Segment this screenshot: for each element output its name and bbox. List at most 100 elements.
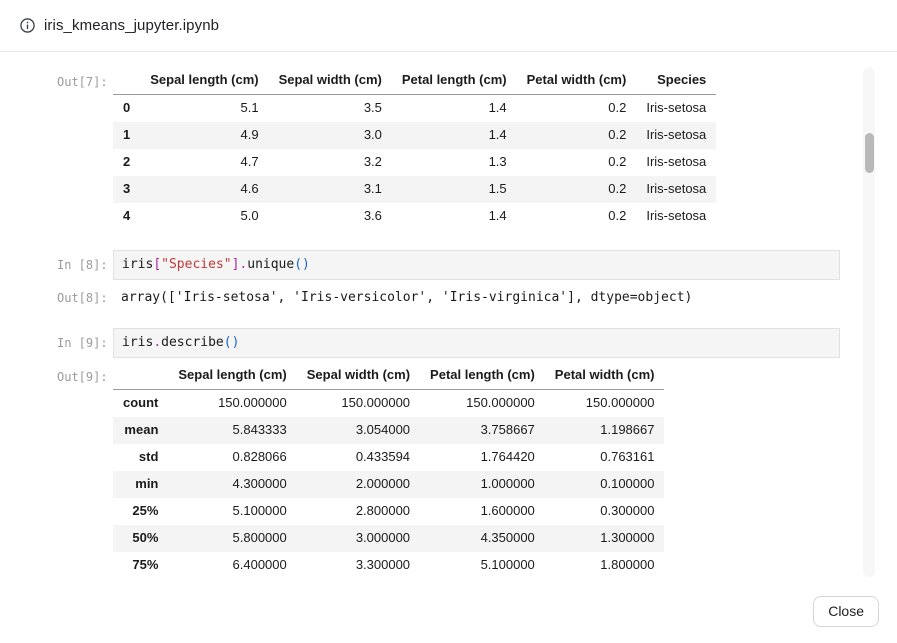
table-cell: Iris-setosa: [636, 176, 716, 203]
table-cell: 3.054000: [297, 417, 420, 444]
table-cell: 1.600000: [420, 498, 545, 525]
table-cell: 3.000000: [297, 525, 420, 552]
column-header: [113, 362, 168, 390]
table-cell: 1.000000: [420, 471, 545, 498]
column-header: Petal length (cm): [420, 362, 545, 390]
table-cell: 0.2: [517, 176, 637, 203]
table-cell: 5.0: [140, 203, 268, 230]
table-cell: 3.1: [269, 176, 392, 203]
code-token: (: [224, 335, 232, 350]
table-cell: 0.2: [517, 149, 637, 176]
column-header: Sepal length (cm): [168, 362, 296, 390]
table-cell: 1.4: [392, 203, 517, 230]
column-header: Sepal width (cm): [297, 362, 420, 390]
code-token: iris: [122, 257, 153, 272]
table-row: 25%5.1000002.8000001.6000000.300000: [113, 498, 664, 525]
table-cell: 3.758667: [420, 417, 545, 444]
table-row: count150.000000150.000000150.000000150.0…: [113, 390, 664, 418]
table-cell: 150.000000: [420, 390, 545, 418]
row-index: 75%: [113, 552, 168, 578]
column-header: Sepal width (cm): [269, 67, 392, 95]
describe-table: Sepal length (cm)Sepal width (cm)Petal l…: [113, 362, 664, 578]
row-index: 25%: [113, 498, 168, 525]
row-index: 50%: [113, 525, 168, 552]
table-cell: 4.300000: [168, 471, 296, 498]
out8-prompt-label: Out[8]:: [57, 288, 113, 305]
table-cell: 0.2: [517, 203, 637, 230]
table-row: 14.93.01.40.2Iris-setosa: [113, 122, 716, 149]
row-index: 0: [113, 95, 140, 123]
table-row: std0.8280660.4335941.7644200.763161: [113, 444, 664, 471]
table-header-row: Sepal length (cm)Sepal width (cm)Petal l…: [113, 67, 716, 95]
row-index: count: [113, 390, 168, 418]
column-header: [113, 67, 140, 95]
table-cell: 3.2: [269, 149, 392, 176]
out7-prompt-label: Out[7]:: [57, 67, 113, 89]
table-cell: 4.6: [140, 176, 268, 203]
table-cell: 0.2: [517, 95, 637, 123]
file-title: iris_kmeans_jupyter.ipynb: [44, 17, 219, 34]
table-row: min4.3000002.0000001.0000000.100000: [113, 471, 664, 498]
table-cell: 3.0: [269, 122, 392, 149]
code-token: [: [153, 257, 161, 272]
dialog-header: iris_kmeans_jupyter.ipynb: [0, 0, 897, 52]
unique-output-text: array(['Iris-setosa', 'Iris-versicolor',…: [113, 288, 692, 308]
table-row: mean5.8433333.0540003.7586671.198667: [113, 417, 664, 444]
code-token: describe: [161, 335, 224, 350]
table-cell: 1.4: [392, 122, 517, 149]
table-cell: 5.800000: [168, 525, 296, 552]
table-row: 45.03.61.40.2Iris-setosa: [113, 203, 716, 230]
table-row: 75%6.4000003.3000005.1000001.800000: [113, 552, 664, 578]
table-cell: 1.198667: [545, 417, 665, 444]
row-index: 2: [113, 149, 140, 176]
table-row: 24.73.21.30.2Iris-setosa: [113, 149, 716, 176]
cell-in8: In [8]: iris["Species"].unique(): [57, 250, 897, 280]
cell-in9: In [9]: iris.describe(): [57, 328, 897, 358]
row-index: 3: [113, 176, 140, 203]
table-cell: 4.7: [140, 149, 268, 176]
scrollbar-thumb[interactable]: [865, 133, 874, 173]
table-cell: 3.6: [269, 203, 392, 230]
row-index: std: [113, 444, 168, 471]
table-cell: 150.000000: [168, 390, 296, 418]
out9-prompt-label: Out[9]:: [57, 362, 113, 384]
table-cell: 1.4: [392, 95, 517, 123]
code-token: unique: [247, 257, 294, 272]
table-cell: 1.300000: [545, 525, 665, 552]
table-row: 34.63.11.50.2Iris-setosa: [113, 176, 716, 203]
table-header-row: Sepal length (cm)Sepal width (cm)Petal l…: [113, 362, 664, 390]
table-cell: Iris-setosa: [636, 122, 716, 149]
column-header: Petal length (cm): [392, 67, 517, 95]
dialog-footer: Close: [0, 581, 897, 643]
info-icon: [20, 18, 35, 33]
table-cell: 1.3: [392, 149, 517, 176]
code-token: ): [302, 257, 310, 272]
table-cell: 2.000000: [297, 471, 420, 498]
table-cell: 6.400000: [168, 552, 296, 578]
table-cell: 0.763161: [545, 444, 665, 471]
table-cell: 0.300000: [545, 498, 665, 525]
code-token: (: [294, 257, 302, 272]
column-header: Petal width (cm): [517, 67, 637, 95]
column-header: Sepal length (cm): [140, 67, 268, 95]
iris-head-table: Sepal length (cm)Sepal width (cm)Petal l…: [113, 67, 716, 230]
cell-out9: Out[9]: Sepal length (cm)Sepal width (cm…: [57, 362, 897, 578]
row-index: mean: [113, 417, 168, 444]
preview-scroll-area[interactable]: Out[7]: Sepal length (cm)Sepal width (cm…: [0, 53, 897, 578]
code-token: ): [232, 335, 240, 350]
column-header: Species: [636, 67, 716, 95]
table-cell: Iris-setosa: [636, 95, 716, 123]
table-cell: Iris-setosa: [636, 149, 716, 176]
table-cell: 5.1: [140, 95, 268, 123]
table-cell: 4.350000: [420, 525, 545, 552]
code-token: "Species": [161, 257, 231, 272]
close-button[interactable]: Close: [813, 596, 879, 627]
table-cell: 150.000000: [297, 390, 420, 418]
in8-prompt-label: In [8]:: [57, 250, 113, 272]
table-cell: 4.9: [140, 122, 268, 149]
cell-out8: Out[8]: array(['Iris-setosa', 'Iris-vers…: [57, 288, 897, 308]
row-index: min: [113, 471, 168, 498]
table-row: 50%5.8000003.0000004.3500001.300000: [113, 525, 664, 552]
code-token: iris: [122, 335, 153, 350]
row-index: 1: [113, 122, 140, 149]
